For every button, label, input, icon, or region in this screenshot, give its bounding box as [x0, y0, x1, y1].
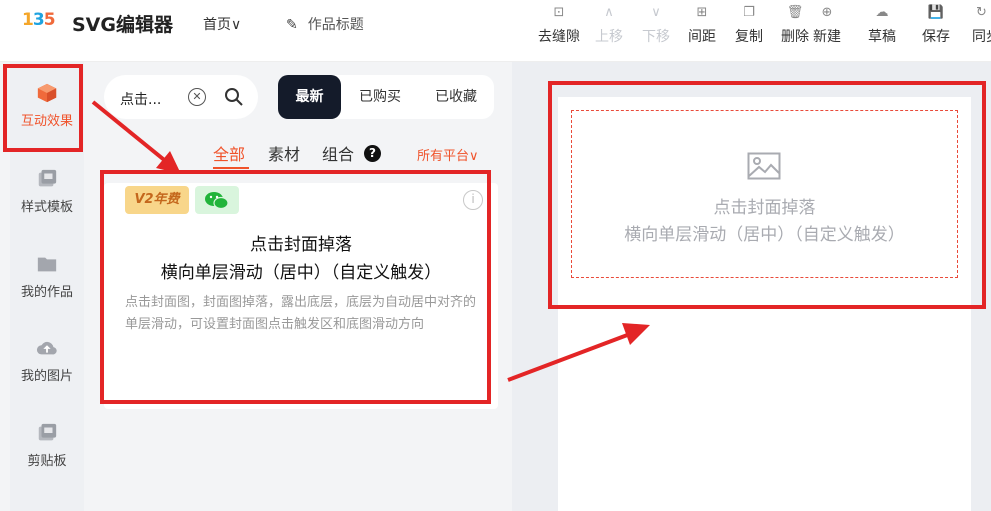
platform-select[interactable]: 所有平台∨: [417, 145, 479, 164]
new-button[interactable]: ⊕ 新建: [810, 0, 844, 62]
filter-materials[interactable]: 素材: [268, 141, 300, 165]
home-menu[interactable]: 首页∨: [203, 14, 241, 34]
chevron-up-icon: ∧: [604, 5, 614, 20]
cube-icon: [37, 83, 57, 103]
card-title-line2: 横向单层滑动（居中）（自定义触发）: [160, 263, 442, 283]
template-icon: [38, 169, 57, 187]
save-icon: 💾: [927, 5, 945, 20]
filter-combos[interactable]: 组合: [322, 141, 354, 165]
sync-button[interactable]: ↻同步: [972, 0, 991, 62]
chevron-down-icon: ∨: [231, 17, 242, 33]
placeholder-subtitle: 横向单层滑动（居中）（自定义触发）: [624, 225, 905, 245]
card-title-line1: 点击封面掉落: [250, 235, 352, 255]
app-title: SVG编辑器: [72, 14, 173, 36]
new-file-icon: ⊕: [821, 5, 833, 20]
sync-icon: ↻: [976, 5, 987, 20]
trash-icon: 🗑: [786, 5, 804, 20]
draft-button[interactable]: ☁ 草稿: [865, 0, 899, 62]
clipboard-icon: [38, 423, 57, 441]
move-up-button[interactable]: ∧ 上移: [592, 0, 626, 62]
move-down-button[interactable]: ∨ 下移: [639, 0, 673, 62]
chevron-down-icon: ∨: [469, 149, 479, 164]
wechat-icon: [205, 192, 229, 210]
cloud-upload-icon: [36, 341, 57, 355]
tab-latest[interactable]: 最新: [278, 75, 341, 119]
search-input[interactable]: 点击...: [120, 89, 161, 109]
sort-tabs: 最新 已购买 已收藏: [278, 75, 494, 119]
tab-favorited[interactable]: 已收藏: [422, 75, 490, 119]
tab-purchased[interactable]: 已购买: [346, 75, 414, 119]
placeholder-title: 点击封面掉落: [713, 198, 816, 218]
sidebar-item-style-templates[interactable]: 样式模板: [10, 168, 84, 215]
delete-button[interactable]: 🗑 删除: [778, 0, 812, 62]
filter-underline: [213, 167, 249, 169]
save-button[interactable]: 💾 保存: [919, 0, 953, 62]
sidebar-item-my-works[interactable]: 我的作品: [10, 253, 84, 300]
pen-icon: ✎: [286, 17, 298, 33]
sidebar-item-clipboard[interactable]: 剪贴板: [10, 422, 84, 469]
spacing-button[interactable]: ⊞ 间距: [685, 0, 719, 62]
copy-icon: ❐: [743, 5, 755, 20]
search-box[interactable]: 点击... ✕: [104, 75, 258, 119]
spacing-icon: ⊞: [696, 5, 708, 20]
remove-gap-button[interactable]: ⊡ 去缝隙: [534, 0, 584, 62]
sidebar-item-interactive-effects[interactable]: 互动效果: [10, 82, 84, 129]
folder-icon: [37, 257, 57, 272]
cloud-icon: ☁: [875, 5, 889, 20]
wechat-badge: [195, 186, 239, 214]
chevron-down-icon: ∨: [651, 5, 661, 20]
clear-icon[interactable]: ✕: [188, 88, 206, 106]
card-description: 点击封面图，封面图掉落，露出底层，底层为自动居中对齐的单层滑动，可设置封面图点击…: [125, 295, 477, 332]
sidebar-item-my-images[interactable]: 我的图片: [10, 337, 84, 384]
info-icon[interactable]: i: [463, 190, 483, 210]
image-icon: [747, 152, 781, 180]
help-icon[interactable]: ?: [364, 145, 381, 162]
work-title-edit[interactable]: ✎ 作品标题: [286, 14, 364, 34]
filter-all[interactable]: 全部: [213, 141, 245, 165]
search-icon[interactable]: [224, 87, 244, 107]
vip-badge: V2年费: [125, 186, 189, 214]
copy-button[interactable]: ❐ 复制: [732, 0, 766, 62]
app-logo: 135: [22, 10, 56, 30]
remove-gap-icon: ⊡: [553, 5, 565, 20]
